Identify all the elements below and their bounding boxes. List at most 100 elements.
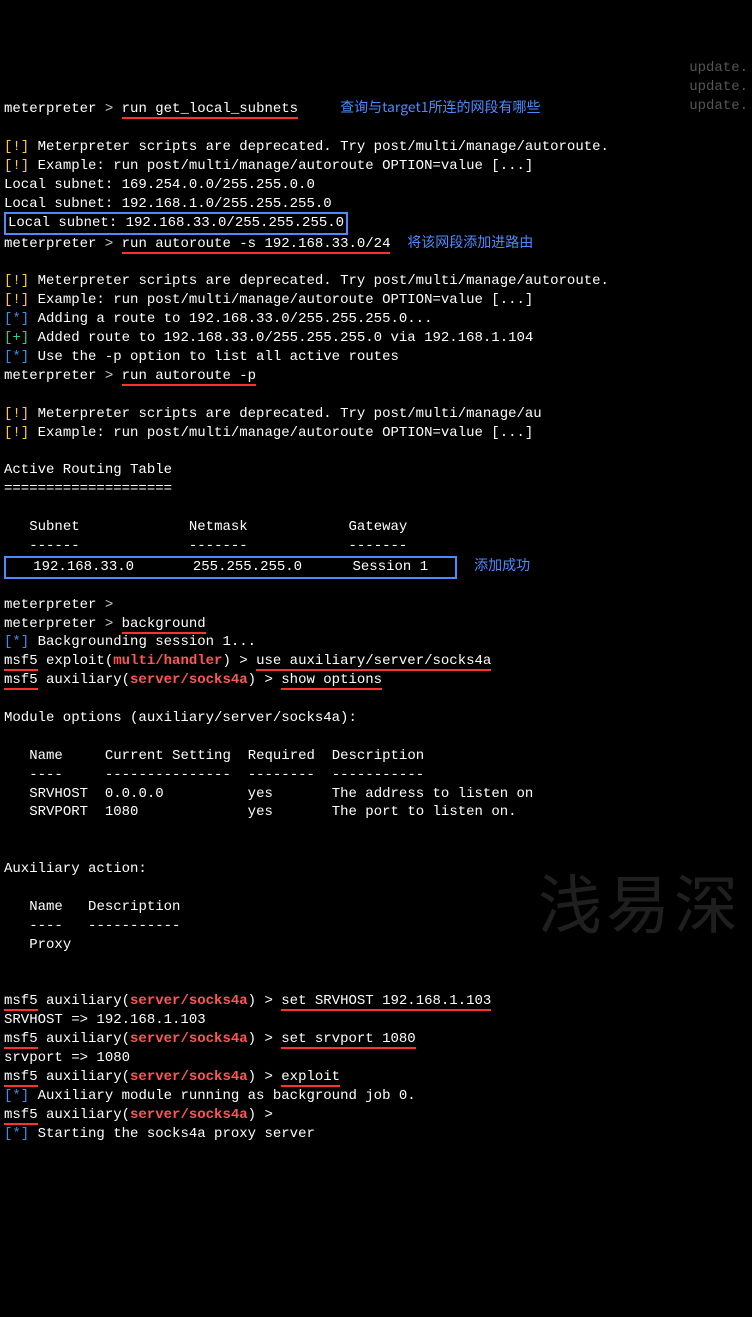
highlight-box-route-row: 192.168.33.0 255.255.255.0 Session 1	[4, 556, 457, 579]
text-example: Example: run post/multi/manage/autoroute…	[38, 292, 534, 308]
text-subnet-2: Local subnet: 192.168.1.0/255.255.255.0	[4, 196, 332, 212]
marker-warn: [!]	[4, 406, 29, 422]
th-sep: ------	[29, 538, 79, 554]
opt-sep: ----	[29, 767, 63, 783]
opt-srvport-name: SRVPORT	[29, 804, 88, 820]
text-srvhost-echo: SRVHOST => 192.168.1.103	[4, 1012, 206, 1028]
prompt-meterpreter: meterpreter	[4, 236, 96, 252]
prompt-meterpreter: meterpreter	[4, 368, 96, 384]
opt-srvport-val: 1080	[105, 804, 139, 820]
bg-faded-text: update. update. update.	[689, 40, 748, 116]
cmd-use-socks4a: use auxiliary/server/socks4a	[256, 653, 491, 671]
cmd-get-local-subnets: run get_local_subnets	[122, 101, 298, 119]
th-sep: -------	[189, 538, 248, 554]
prompt-close: ) >	[248, 1107, 282, 1123]
prompt-close: ) >	[248, 672, 282, 688]
marker-warn: [!]	[4, 158, 29, 174]
prompt-close: ) >	[248, 1069, 282, 1085]
text-subnet-3: Local subnet: 192.168.33.0/255.255.255.0	[8, 215, 344, 231]
prompt-auxiliary: auxiliary(	[38, 672, 130, 688]
prompt-meterpreter: meterpreter	[4, 101, 96, 117]
prompt-arrow: >	[96, 597, 121, 613]
td-netmask: 255.255.255.0	[193, 559, 302, 575]
text-deprecated: Meterpreter scripts are deprecated. Try …	[38, 139, 609, 155]
marker-info: [*]	[4, 1126, 29, 1142]
prompt-exploit: exploit(	[38, 653, 114, 669]
prompt-auxiliary: auxiliary(	[38, 1069, 130, 1085]
path-socks4a: server/socks4a	[130, 1031, 248, 1047]
terminal-output[interactable]: meterpreter > run get_local_subnets 查询与t…	[4, 80, 748, 1144]
annotation-add-success: 添加成功	[474, 555, 530, 575]
annotation-add-route: 将该网段添加进路由	[407, 232, 533, 252]
path-socks4a: server/socks4a	[130, 993, 248, 1009]
aux-action-header: Auxiliary action:	[4, 861, 147, 877]
routing-table-title: Active Routing Table	[4, 462, 172, 478]
marker-warn: [!]	[4, 425, 29, 441]
opt-srvport-req: yes	[248, 804, 273, 820]
opt-sep: ---------------	[105, 767, 231, 783]
cmd-background: background	[122, 616, 206, 634]
text-example: Example: run post/multi/manage/autoroute…	[38, 425, 534, 441]
td-subnet: 192.168.33.0	[33, 559, 134, 575]
text-added-route: Added route to 192.168.33.0/255.255.255.…	[38, 330, 534, 346]
path-multi-handler: multi/handler	[113, 653, 222, 669]
path-socks4a: server/socks4a	[130, 1107, 248, 1123]
aux-h-name: Name	[29, 899, 63, 915]
th-gateway: Gateway	[349, 519, 408, 535]
prompt-arrow: >	[96, 368, 121, 384]
opt-h-req: Required	[248, 748, 315, 764]
highlight-box-subnet: Local subnet: 192.168.33.0/255.255.255.0	[4, 212, 348, 235]
prompt-msf5: msf5	[4, 1107, 38, 1125]
prompt-arrow: >	[96, 101, 121, 117]
prompt-msf5: msf5	[4, 1069, 38, 1087]
cmd-exploit: exploit	[281, 1069, 340, 1087]
prompt-arrow: >	[96, 236, 121, 252]
opt-sep: --------	[248, 767, 315, 783]
text-subnet-1: Local subnet: 169.254.0.0/255.255.0.0	[4, 177, 315, 193]
text-deprecated: Meterpreter scripts are deprecated. Try …	[38, 273, 609, 289]
text-starting-socks: Starting the socks4a proxy server	[38, 1126, 315, 1142]
aux-h-desc: Description	[88, 899, 180, 915]
prompt-close: ) >	[248, 1031, 282, 1047]
marker-warn: [!]	[4, 273, 29, 289]
aux-proxy: Proxy	[29, 937, 71, 953]
cmd-set-srvport: set srvport 1080	[281, 1031, 415, 1049]
opt-srvhost-desc: The address to listen on	[332, 786, 534, 802]
module-options-header: Module options (auxiliary/server/socks4a…	[4, 710, 357, 726]
opt-h-desc: Description	[332, 748, 424, 764]
text-adding-route: Adding a route to 192.168.33.0/255.255.2…	[38, 311, 433, 327]
prompt-msf5: msf5	[4, 1031, 38, 1049]
prompt-msf5: msf5	[4, 993, 38, 1011]
text-use-p: Use the -p option to list all active rou…	[38, 349, 399, 365]
prompt-meterpreter: meterpreter	[4, 597, 96, 613]
th-subnet: Subnet	[29, 519, 79, 535]
opt-srvhost-name: SRVHOST	[29, 786, 88, 802]
opt-sep: -----------	[332, 767, 424, 783]
prompt-auxiliary: auxiliary(	[38, 1031, 130, 1047]
marker-info: [*]	[4, 311, 29, 327]
marker-warn: [!]	[4, 292, 29, 308]
opt-srvport-desc: The port to listen on.	[332, 804, 517, 820]
cmd-show-options: show options	[281, 672, 382, 690]
prompt-msf5: msf5	[4, 653, 38, 671]
cmd-autoroute-add: run autoroute -s 192.168.33.0/24	[122, 236, 391, 254]
routing-table-sep: ====================	[4, 481, 172, 497]
text-deprecated: Meterpreter scripts are deprecated. Try …	[38, 406, 542, 422]
text-example: Example: run post/multi/manage/autoroute…	[38, 158, 534, 174]
marker-warn: [!]	[4, 139, 29, 155]
text-aux-running: Auxiliary module running as background j…	[38, 1088, 416, 1104]
prompt-close: ) >	[248, 993, 282, 1009]
cmd-autoroute-list: run autoroute -p	[122, 368, 256, 386]
path-socks4a: server/socks4a	[130, 672, 248, 688]
cmd-set-srvhost: set SRVHOST 192.168.1.103	[281, 993, 491, 1011]
prompt-msf5: msf5	[4, 672, 38, 690]
annotation-query-subnets: 查询与target1所连的网段有哪些	[340, 97, 540, 117]
opt-srvhost-val: 0.0.0.0	[105, 786, 164, 802]
prompt-auxiliary: auxiliary(	[38, 993, 130, 1009]
marker-info: [*]	[4, 349, 29, 365]
aux-sep: ----	[29, 918, 63, 934]
path-socks4a: server/socks4a	[130, 1069, 248, 1085]
prompt-auxiliary: auxiliary(	[38, 1107, 130, 1123]
aux-sep: -----------	[88, 918, 180, 934]
th-netmask: Netmask	[189, 519, 248, 535]
